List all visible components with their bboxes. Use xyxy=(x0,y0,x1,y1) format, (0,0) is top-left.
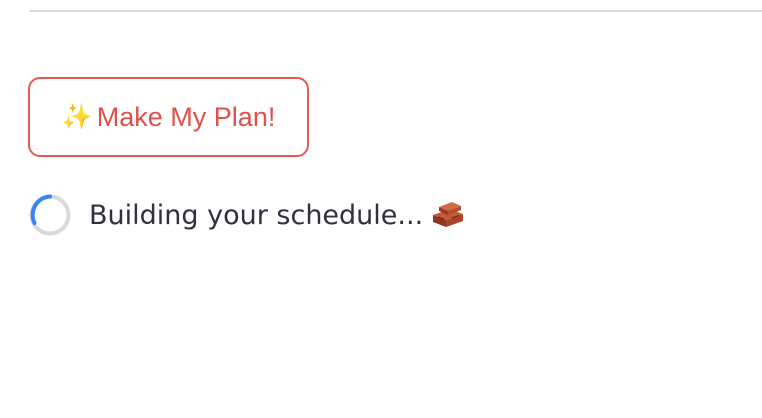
brick-icon xyxy=(430,200,466,230)
divider xyxy=(29,10,762,12)
page: ✨ Make My Plan! Building your schedule..… xyxy=(0,0,762,418)
loading-status: Building your schedule... xyxy=(28,192,466,238)
make-my-plan-label: Make My Plan! xyxy=(96,101,276,132)
make-my-plan-button[interactable]: ✨ Make My Plan! xyxy=(28,77,309,157)
loading-spinner-icon xyxy=(28,193,72,237)
sparkles-icon: ✨ xyxy=(61,102,93,131)
status-text: Building your schedule... xyxy=(89,199,424,231)
